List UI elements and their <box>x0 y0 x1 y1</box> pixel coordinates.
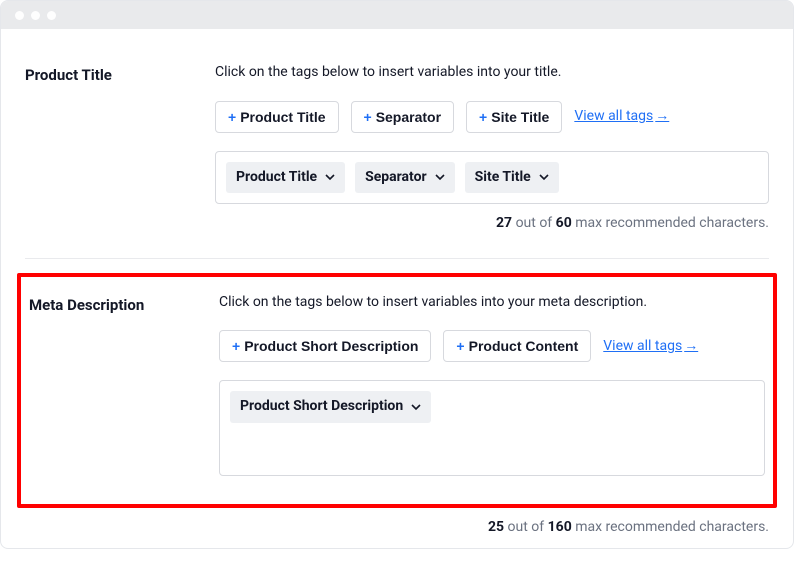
window-dot <box>47 11 56 20</box>
plus-icon: + <box>228 109 236 125</box>
chevron-down-icon <box>539 172 549 182</box>
chip-label: Separator <box>365 168 427 188</box>
count-max: 60 <box>556 215 572 231</box>
arrow-right-icon: → <box>655 107 669 127</box>
arrow-right-icon: → <box>684 337 698 357</box>
tag-button-label: Product Short Description <box>244 338 418 354</box>
section-label-product-title: Product Title <box>25 63 215 86</box>
count-text: max recommended characters. <box>572 215 769 231</box>
tag-button-label: Separator <box>376 109 441 125</box>
plus-icon: + <box>232 338 240 354</box>
meta-template-input[interactable]: Product Short Description <box>219 380 765 476</box>
chip-label: Site Title <box>475 168 531 188</box>
count-text: max recommended characters. <box>572 519 769 535</box>
tag-button-product-content[interactable]: + Product Content <box>443 330 591 362</box>
section-label-meta-description: Meta Description <box>29 293 219 316</box>
count-max: 160 <box>548 519 572 535</box>
chip-label: Product Short Description <box>240 397 403 417</box>
tag-button-label: Site Title <box>491 109 549 125</box>
chip-product-short-description[interactable]: Product Short Description <box>230 391 431 423</box>
count-current: 27 <box>496 215 512 231</box>
section-body-meta-description: Click on the tags below to insert variab… <box>219 293 765 477</box>
tag-button-separator[interactable]: + Separator <box>351 101 455 133</box>
count-text: out of <box>512 215 556 231</box>
window-dot <box>31 11 40 20</box>
section-meta-description: Meta Description Click on the tags below… <box>29 283 765 495</box>
tag-row-title: + Product Title + Separator + Site Title… <box>215 101 769 133</box>
chip-product-title[interactable]: Product Title <box>226 162 345 194</box>
tag-button-product-short-description[interactable]: + Product Short Description <box>219 330 431 362</box>
chevron-down-icon <box>411 402 421 412</box>
title-template-input[interactable]: Product Title Separator Site Title <box>215 151 769 205</box>
section-product-title: Product Title Click on the tags below to… <box>25 53 769 252</box>
count-current: 25 <box>488 519 504 535</box>
chevron-down-icon <box>435 172 445 182</box>
chevron-down-icon <box>325 172 335 182</box>
count-text: out of <box>504 519 548 535</box>
helper-text-title: Click on the tags below to insert variab… <box>215 63 769 83</box>
highlight-frame-meta: Meta Description Click on the tags below… <box>17 273 777 509</box>
plus-icon: + <box>456 338 464 354</box>
character-counter-meta: 25 out of 160 max recommended characters… <box>25 518 769 538</box>
tag-button-label: Product Content <box>469 338 579 354</box>
link-label: View all tags <box>574 107 653 127</box>
view-all-tags-link[interactable]: View all tags → <box>574 107 669 127</box>
plus-icon: + <box>364 109 372 125</box>
section-divider <box>25 258 769 259</box>
chip-separator[interactable]: Separator <box>355 162 455 194</box>
window-title-bar <box>1 1 793 29</box>
tag-button-label: Product Title <box>240 109 325 125</box>
plus-icon: + <box>479 109 487 125</box>
character-counter-title: 27 out of 60 max recommended characters. <box>215 214 769 234</box>
tag-button-site-title[interactable]: + Site Title <box>466 101 562 133</box>
tag-row-meta: + Product Short Description + Product Co… <box>219 330 765 362</box>
view-all-tags-link[interactable]: View all tags → <box>603 337 698 357</box>
chip-site-title[interactable]: Site Title <box>465 162 559 194</box>
window-dot <box>15 11 24 20</box>
helper-text-meta: Click on the tags below to insert variab… <box>219 293 765 313</box>
app-window: Product Title Click on the tags below to… <box>0 0 794 549</box>
chip-label: Product Title <box>236 168 317 188</box>
section-body-product-title: Click on the tags below to insert variab… <box>215 63 769 234</box>
link-label: View all tags <box>603 337 682 357</box>
tag-button-product-title[interactable]: + Product Title <box>215 101 339 133</box>
settings-content: Product Title Click on the tags below to… <box>1 29 793 548</box>
